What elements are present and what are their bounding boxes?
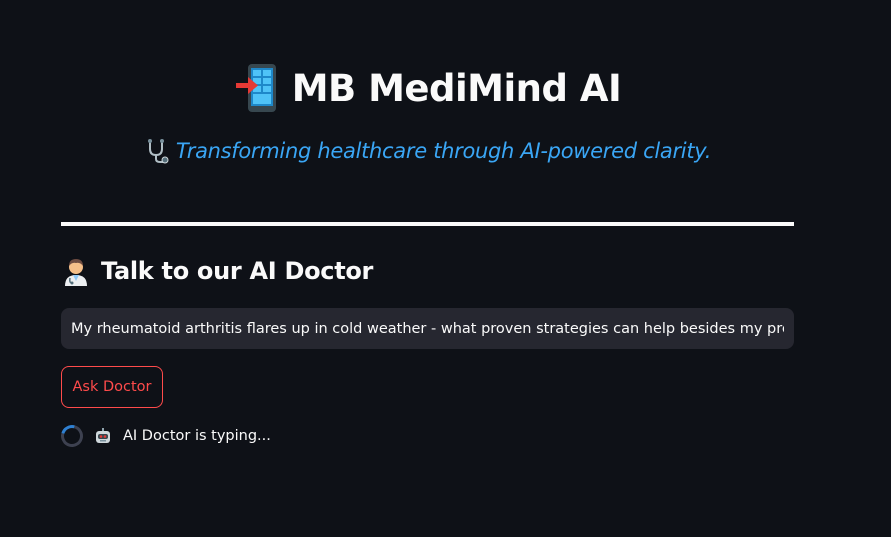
status-text: AI Doctor is typing... <box>123 428 271 444</box>
ask-doctor-button[interactable]: Ask Doctor <box>61 366 163 408</box>
stethoscope-icon <box>144 138 170 164</box>
mobile-phone-arrow-icon <box>234 62 282 114</box>
app-page: MB MediMind AI Transforming healthcare t… <box>0 0 891 537</box>
app-title: MB MediMind AI <box>291 66 622 110</box>
robot-icon <box>95 428 111 444</box>
question-input[interactable] <box>61 308 794 349</box>
section-heading-text: Talk to our AI Doctor <box>101 257 374 285</box>
subtitle: Transforming healthcare through AI-power… <box>0 138 855 164</box>
typing-status: AI Doctor is typing... <box>56 420 271 452</box>
subtitle-text: Transforming healthcare through AI-power… <box>175 139 712 163</box>
health-worker-icon <box>61 256 91 286</box>
page-title: MB MediMind AI <box>0 62 855 114</box>
loading-spinner <box>56 420 88 452</box>
section-heading: Talk to our AI Doctor <box>61 256 373 286</box>
divider <box>61 222 794 226</box>
